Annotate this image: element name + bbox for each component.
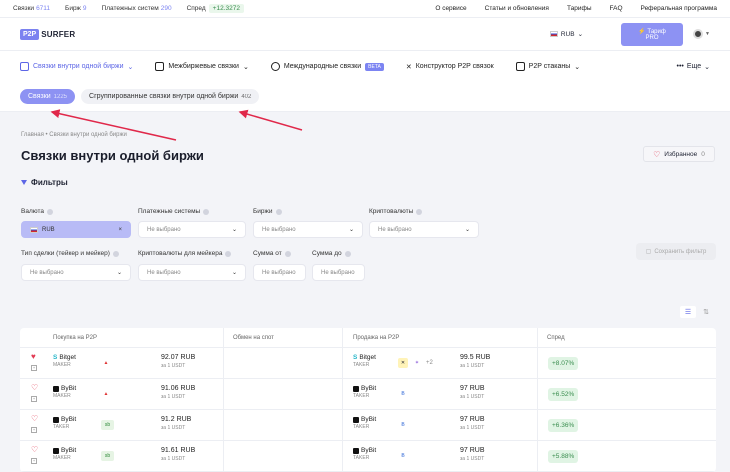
table-row[interactable]: ♡ + ByBit MAKER ▲ 91.06 RUB за 1 USDT By… [20,379,716,410]
bybit-logo-icon [353,447,359,454]
breadcrumb[interactable]: Главная • Связки внутри одной биржи [21,132,127,138]
favorites-button[interactable]: ♡ Избранное 0 [643,146,715,162]
table-header: Покупка на P2P Обмен на спот Продажа на … [20,328,716,348]
pairs-table: Покупка на P2P Обмен на спот Продажа на … [20,328,716,472]
buy-exchange: ByBit TAKER [53,416,77,430]
chevron-down-icon: ⌄ [348,227,354,233]
close-icon[interactable]: × [118,227,122,233]
buy-exchange: ByBit MAKER [53,385,77,399]
bank-icon: ✶ [414,360,420,366]
heart-icon[interactable]: ♡ [31,383,38,392]
list-icon: ☰ [684,309,692,316]
bank-icon: ✕ [398,358,408,368]
bybit-logo-icon [53,447,59,454]
save-filter-button[interactable]: ▢ Сохранить фильтр [636,243,716,260]
buy-exchange: ByBit MAKER [53,447,77,461]
sell-price: 99.5 RUB за 1 USDT [460,354,491,369]
col-sell: Продажа на P2P [353,334,400,341]
filter-icon [21,180,27,185]
page-title: Связки внутри одной биржи [21,148,204,163]
col-spot: Обмен на спот [233,334,274,341]
bybit-logo-icon [53,385,59,392]
bank-icon: sb [101,451,114,461]
help-icon[interactable] [225,250,232,257]
buy-price: 91.61 RUB за 1 USDT [161,447,196,462]
col-spread: Спред [547,334,565,341]
buy-exchange: S Bitget MAKER [53,354,76,368]
save-icon: ▢ [645,249,652,255]
bybit-logo-icon [353,385,359,392]
chevron-down-icon: ⌄ [231,227,237,233]
more-banks[interactable]: +2 [426,360,433,366]
bybit-logo-icon [53,416,59,423]
heart-icon[interactable]: ♡ [31,414,38,423]
help-icon[interactable] [112,250,119,257]
deal-type-label: Тип сделки (тейкер и мейкер) [21,250,119,257]
crypto-select[interactable]: Не выбрано ⌄ [369,221,479,238]
buy-price: 91.06 RUB за 1 USDT [161,385,196,400]
expand-icon[interactable]: + [31,365,37,371]
sell-exchange: ByBit TAKER [353,416,377,430]
heart-filled-icon[interactable]: ♥ [31,352,36,361]
buy-price: 91.2 RUB за 1 USDT [161,416,192,431]
bank-icon: Ƀ [401,453,405,459]
deal-type-select[interactable]: Не выбрано ⌄ [21,264,131,281]
sell-exchange: ByBit TAKER [353,385,377,399]
sell-price: 97 RUB за 1 USDT [460,447,485,462]
heart-icon[interactable]: ♡ [31,445,38,454]
filters-toggle[interactable]: Фильтры [21,178,68,187]
chevron-down-icon: ⌄ [116,270,122,276]
table-row[interactable]: ♥ + S Bitget MAKER ▲ 92.07 RUB за 1 USDT … [20,348,716,379]
currency-filter-select[interactable]: RUB × [21,221,131,238]
expand-icon[interactable]: + [31,396,37,402]
currency-filter-label: Валюта [21,208,53,215]
bank-icon: sb [101,420,114,430]
table-row[interactable]: ♡ + ByBit MAKER sb 91.61 RUB за 1 USDT B… [20,441,716,472]
exchanges-select[interactable]: Не выбрано ⌄ [253,221,363,238]
bank-icon: Ƀ [401,391,405,397]
help-icon[interactable] [203,208,210,215]
payment-systems-select[interactable]: Не выбрано ⌄ [138,221,246,238]
amount-from-input[interactable]: Не выбрано [253,264,306,281]
russia-flag-icon [30,226,38,233]
sell-exchange: S Bitget TAKER [353,354,376,368]
spread-badge: +6.52% [548,388,579,401]
help-icon[interactable] [47,208,53,215]
chevron-down-icon: ⌄ [464,227,470,233]
amount-to-input[interactable]: Не выбрано [312,264,365,281]
sell-price: 97 RUB за 1 USDT [460,416,485,431]
list-view-toggle[interactable]: ☰ [680,306,696,318]
spread-badge: +6.36% [548,419,579,432]
payment-systems-label: Платежные системы [138,208,210,215]
bitget-logo-icon: S [353,354,358,361]
sell-exchange: ByBit TAKER [353,447,377,461]
chevron-down-icon: ⌄ [231,270,237,276]
expand-icon[interactable]: + [31,427,37,433]
spread-badge: +5.88% [548,450,579,463]
help-icon[interactable] [284,250,291,257]
help-icon[interactable] [275,208,282,215]
bank-icon: ▲ [103,360,109,366]
settings-view-toggle[interactable]: ⇅ [698,306,714,318]
bank-icon: Ƀ [401,422,405,428]
bank-icon: ▲ [103,391,109,397]
amount-to-label: Сумма до [312,250,351,257]
exchanges-label: Биржи [253,208,282,215]
crypto-label: Криптовалюты [369,208,423,215]
table-row[interactable]: ♡ + ByBit TAKER sb 91.2 RUB за 1 USDT By… [20,410,716,441]
buy-price: 92.07 RUB за 1 USDT [161,354,196,369]
bitget-logo-icon: S [53,354,58,361]
help-icon[interactable] [416,208,423,215]
help-icon[interactable] [344,250,351,257]
sliders-icon: ⇅ [703,309,709,316]
col-buy: Покупка на P2P [53,334,98,341]
maker-crypto-select[interactable]: Не выбрано ⌄ [138,264,246,281]
bybit-logo-icon [353,416,359,423]
maker-crypto-label: Криптовалюты для мейкера [138,250,232,257]
expand-icon[interactable]: + [31,458,37,464]
spread-badge: +8.07% [548,357,579,370]
heart-icon: ♡ [653,149,661,159]
amount-from-label: Сумма от [253,250,291,257]
sell-price: 97 RUB за 1 USDT [460,385,485,400]
